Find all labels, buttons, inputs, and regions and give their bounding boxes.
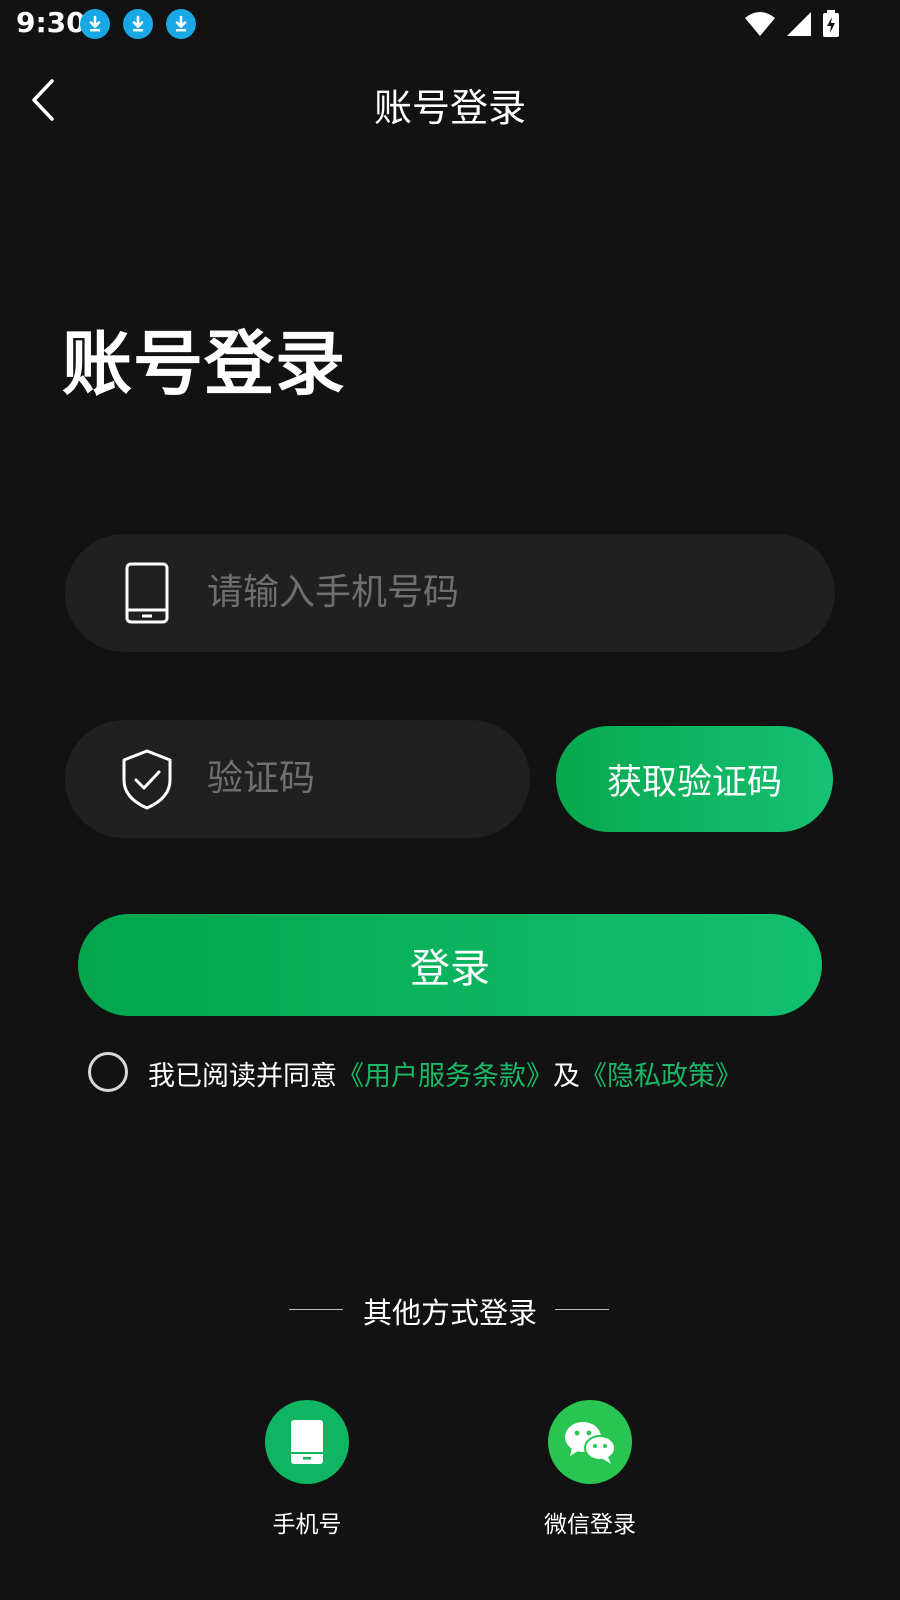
wechat-login-button[interactable]	[548, 1400, 632, 1484]
get-code-button[interactable]: 获取验证码	[556, 726, 833, 832]
wechat-icon	[565, 1422, 616, 1464]
status-bar: 9:30	[0, 0, 900, 48]
status-time: 9:30	[16, 6, 86, 39]
download-icon	[166, 9, 196, 39]
agreement-checkbox[interactable]	[88, 1052, 128, 1092]
phone-icon	[117, 562, 177, 624]
login-heading: 账号登录	[62, 323, 346, 405]
code-input[interactable]	[207, 742, 486, 814]
page-title: 账号登录	[373, 86, 526, 130]
other-login-title: 其他方式登录	[362, 1296, 537, 1330]
code-field[interactable]	[65, 720, 530, 838]
terms-link[interactable]: 《用户服务条款》	[337, 1061, 553, 1092]
phone-login-button[interactable]	[265, 1400, 349, 1484]
signal-icon	[787, 12, 811, 36]
privacy-link[interactable]: 《隐私政策》	[580, 1061, 742, 1092]
phone-input[interactable]	[207, 556, 669, 628]
phone-field[interactable]	[65, 534, 835, 652]
phone-login-label: 手机号	[272, 1512, 342, 1538]
wechat-login-label: 微信登录	[544, 1512, 636, 1538]
download-icon	[80, 9, 110, 39]
system-icons	[744, 10, 840, 38]
wifi-icon	[745, 12, 775, 36]
battery-charging-icon	[823, 10, 839, 37]
agreement-prefix: 我已阅读并同意	[148, 1061, 337, 1092]
agreement-text: 我已阅读并同意《用户服务条款》及《隐私政策》	[148, 1054, 742, 1093]
agreement-and: 及	[553, 1061, 580, 1092]
download-icon	[123, 9, 153, 39]
shield-check-icon	[117, 748, 177, 810]
phone-icon	[291, 1420, 323, 1464]
login-button[interactable]: 登录	[78, 914, 822, 1016]
